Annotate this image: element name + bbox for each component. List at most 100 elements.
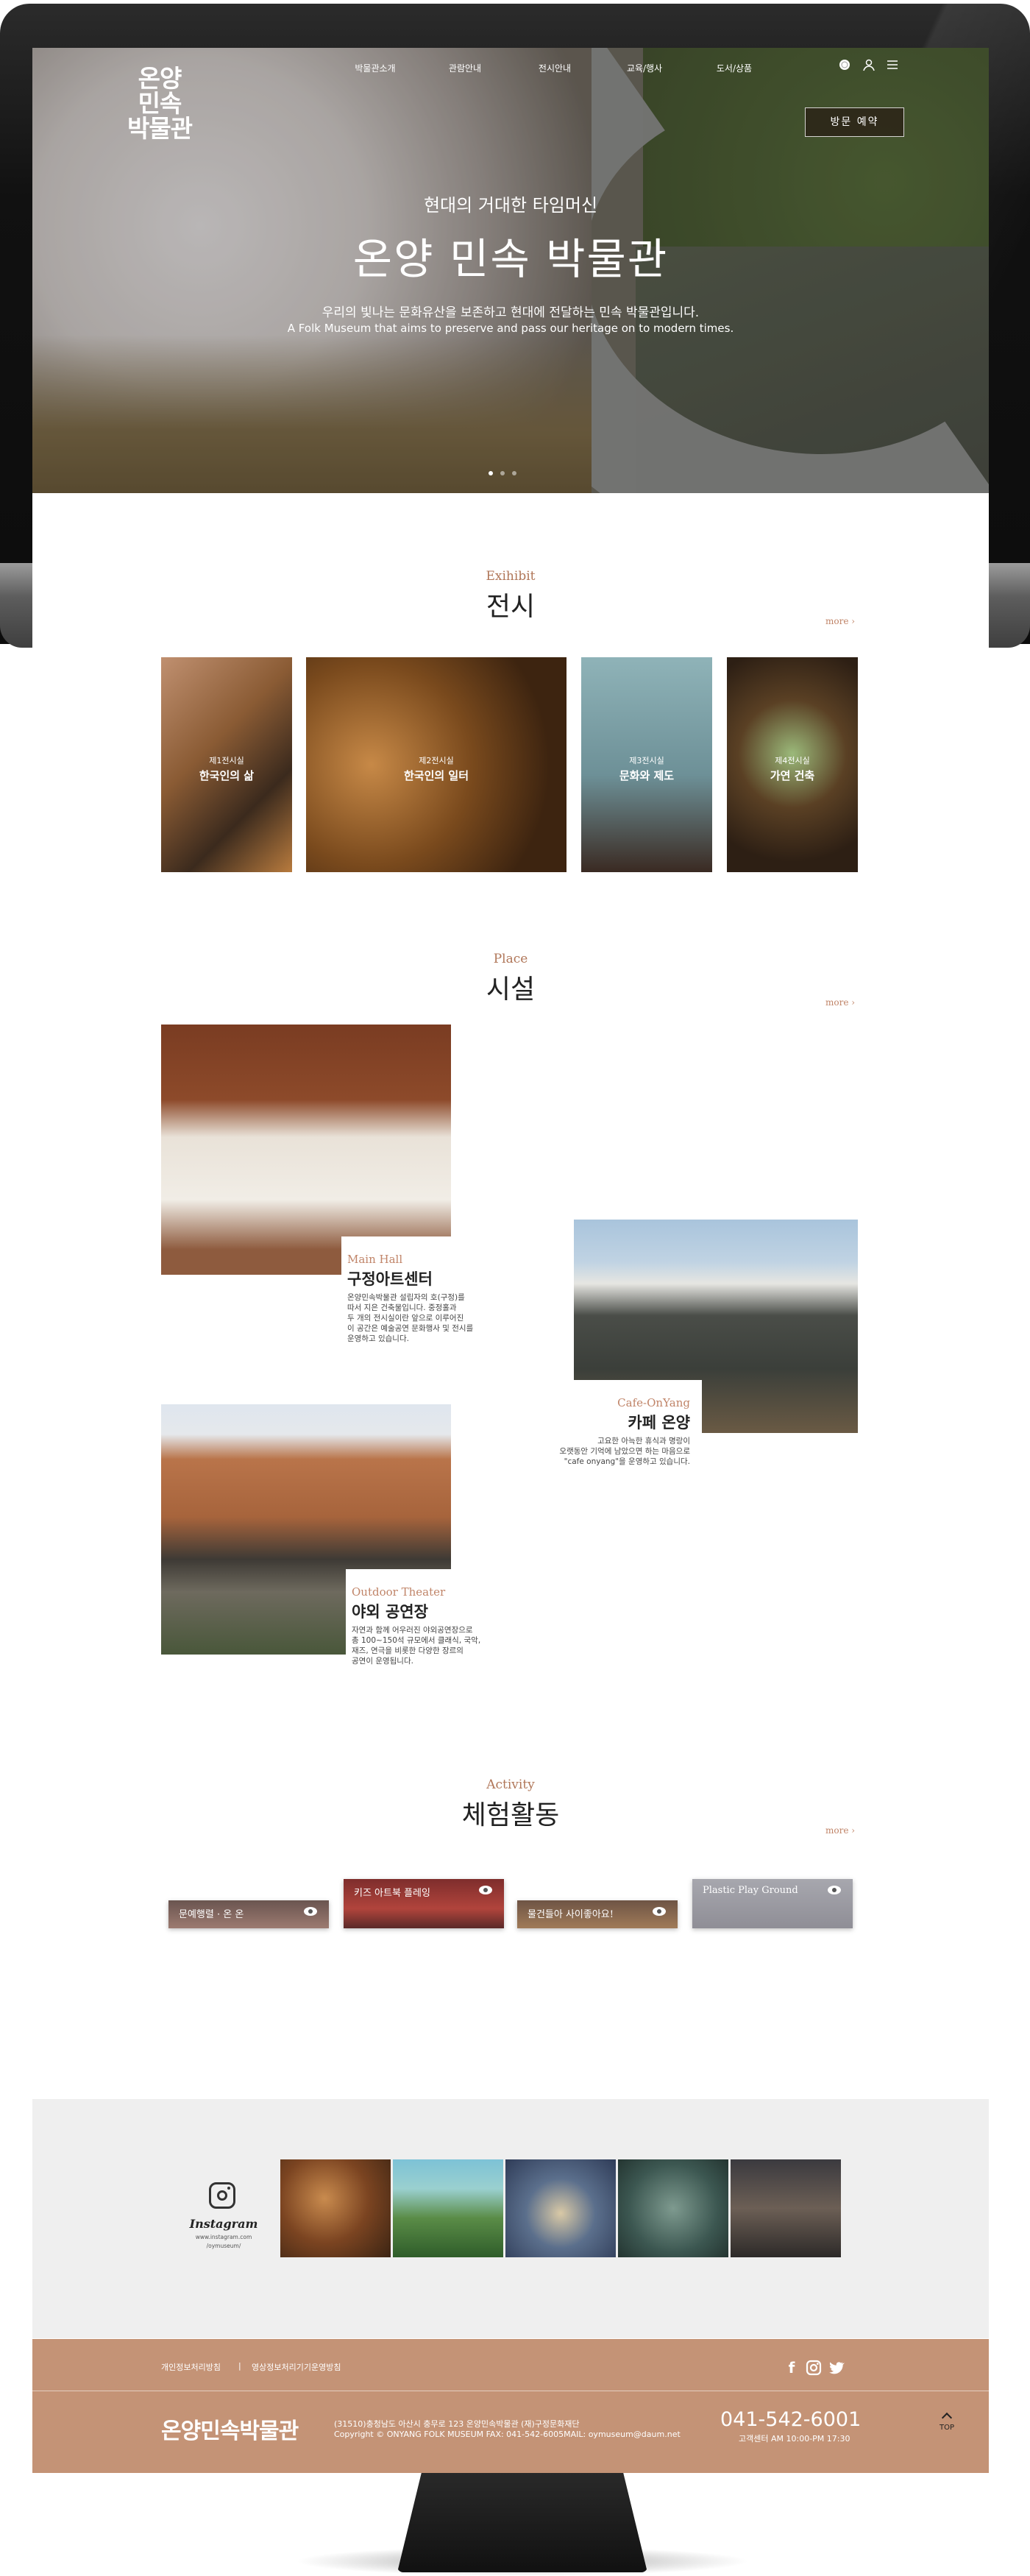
instagram-photo-1[interactable] [280,2159,391,2257]
exhibit-section-label: Exihibit [486,569,536,584]
instagram-photo-3[interactable] [505,2159,616,2257]
desc-line: 오랫동안 기억에 남았으면 하는 마음으로 [559,1447,690,1456]
desc-line: 재즈, 연극을 비롯한 다양한 장르의 [352,1646,464,1655]
instagram-url: www.instagram.com [195,2234,252,2240]
cafe-title: 카페 온양 [628,1414,690,1432]
hero-description-en: A Folk Museum that aims to preserve and … [287,322,734,335]
main-hall-desc: 온양민속박물관 설립자의 호(구정)를 따서 지은 건축물입니다. 중정홀과 두… [347,1292,494,1344]
activity-label: 문예행렬 · 온 온 [179,1909,244,1920]
logo-line-2: 민속 [138,89,182,118]
page: 온양 민속 박물관 박물관소개 관람안내 전시안내 교육/행사 도서/상품 방문… [0,0,1030,2576]
desc-line: 이 공간은 예술공연 문화행사 및 전시를 [347,1324,474,1333]
hero-subtitle: 현대의 거대한 타임머신 [423,195,598,216]
footer-separator: | [238,2361,241,2371]
instagram-photo-2[interactable] [393,2159,503,2257]
exhibit-card-3[interactable]: 제3전시실 문화와 제도 [581,657,712,872]
instagram-icon[interactable] [209,2182,235,2209]
instagram-photo-5[interactable] [731,2159,841,2257]
theater-desc: 자연과 함께 어우러진 야외공연장으로 총 100~150석 규모에서 클래식,… [352,1625,499,1666]
site-logo[interactable]: 온양 민속 박물관 [112,66,207,141]
footer-copyright: Copyright © ONYANG FOLK MUSEUM FAX: 041-… [334,2430,681,2439]
cafe-en: Cafe-OnYang [617,1396,690,1409]
nav-item-about[interactable]: 박물관소개 [330,62,420,74]
view-icon [828,1886,841,1894]
desc-line: 총 100~150석 규모에서 클래식, 국악, [352,1636,481,1645]
logo-line-1: 온양 [138,64,182,93]
footer-hours: 고객센터 AM 10:00-PM 17:30 [739,2434,850,2444]
visit-reservation-button[interactable]: 방문 예약 [805,107,904,137]
hero-description: 우리의 빛나는 문화유산을 보존하고 현대에 전달하는 민속 박물관입니다. [322,305,700,320]
instagram-title[interactable]: Instagram [180,2217,268,2231]
theater-title: 야외 공연장 [352,1603,428,1621]
scroll-top-button[interactable]: TOP [932,2414,962,2432]
view-icon [304,1907,317,1916]
hero-dot[interactable] [512,471,516,475]
activity-label: Plastic Play Ground [703,1885,798,1896]
activity-section-label: Activity [486,1777,535,1792]
exhibit-more-link[interactable]: more [825,616,855,626]
cafe-card: Cafe-OnYang 카페 온양 고요한 아늑한 휴식과 명랑이 오랫동안 기… [540,1380,702,1483]
activity-more-link[interactable]: more [825,1825,855,1836]
view-icon [653,1907,666,1916]
exhibit-card-4[interactable]: 제4전시실 가연 건축 [727,657,858,872]
hero-title: 온양 민속 박물관 [352,234,669,284]
twitter-icon[interactable] [827,2359,845,2377]
website-screen: 온양 민속 박물관 박물관소개 관람안내 전시안내 교육/행사 도서/상품 방문… [32,48,989,2473]
activity-card-2[interactable]: 키즈 아트북 플레잉 [344,1879,504,1928]
instagram-id: /oymuseum/ [206,2243,241,2249]
instagram-icon[interactable] [805,2359,823,2377]
footer-logo[interactable]: 온양민속박물관 [161,2413,299,2445]
nav-item-shop[interactable]: 도서/상품 [689,62,779,74]
footer-address: (31510)충청남도 아산시 충무로 123 온양민속박물관 (재)구정문화재… [334,2419,580,2429]
main-hall-title: 구정아트센터 [347,1270,433,1288]
activity-label: 키즈 아트북 플레잉 [354,1888,430,1899]
place-section-label: Place [493,952,528,966]
desc-line: 온양민속박물관 설립자의 호(구정)를 [347,1293,465,1302]
logo-line-3: 박물관 [127,114,193,143]
instagram-photo-4[interactable] [618,2159,728,2257]
activity-label: 물건들아 사이좋아요! [528,1909,614,1920]
exhibit-card-1[interactable]: 제1전시실 한국인의 삶 [161,657,292,872]
monitor-stand [397,2469,647,2572]
cctv-policy-link[interactable]: 영상정보처리기기운영방침 [252,2361,341,2373]
nav-item-exhibition[interactable]: 전시안내 [510,62,600,74]
facebook-icon[interactable]: f [783,2359,800,2377]
activity-card-4[interactable]: Plastic Play Ground [692,1879,853,1928]
exhibit-card-title: 가연 건축 [770,769,815,782]
hero-pagination [489,471,516,475]
activity-card-1[interactable]: 문예행렬 · 온 온 [168,1900,329,1928]
menu-icon[interactable] [886,58,899,71]
main-nav: 박물관소개 관람안내 전시안내 교육/행사 도서/상품 [330,62,779,74]
exhibit-card-title: 문화와 제도 [619,769,675,782]
place-more-link[interactable]: more [825,997,855,1008]
nav-item-visit[interactable]: 관람안내 [420,62,510,74]
desc-line: 공연이 운영됩니다. [352,1657,413,1666]
exhibit-card-hall: 제3전시실 [629,756,664,765]
exhibit-card-2[interactable]: 제2전시실 한국인의 일터 [306,657,566,872]
view-icon [479,1886,492,1894]
exhibit-card-title: 한국인의 일터 [403,769,469,782]
exhibit-card-hall: 제4전시실 [775,756,810,765]
cafe-desc: 고요한 아늑한 휴식과 명랑이 오랫동안 기억에 남았으면 하는 마음으로 "c… [521,1436,690,1467]
desc-line: "cafe onyang"을 운영하고 있습니다. [564,1457,690,1466]
desc-line: 고요한 아늑한 휴식과 명랑이 [597,1437,690,1446]
exhibit-card-hall: 제1전시실 [209,756,244,765]
privacy-policy-link[interactable]: 개인정보처리방침 [161,2361,221,2373]
desc-line: 따서 지은 건축물입니다. 중정홀과 [347,1303,457,1312]
hero-dot[interactable] [489,471,493,475]
footer-phone: 041-542-6001 [720,2408,862,2431]
desc-line: 운영하고 있습니다. [347,1334,409,1343]
user-icon[interactable] [862,58,876,71]
outdoor-theater-card: Outdoor Theater 야외 공연장 자연과 함께 어우러진 야외공연장… [346,1569,493,1680]
desc-line: 자연과 함께 어우러진 야외공연장으로 [352,1626,473,1635]
exhibit-card-title: 한국인의 삶 [199,769,255,782]
nav-item-education[interactable]: 교육/행사 [600,62,689,74]
main-hall-en: Main Hall [347,1253,403,1266]
globe-icon[interactable] [838,58,851,71]
main-hall-card: Main Hall 구정아트센터 온양민속박물관 설립자의 호(구정)를 따서 … [341,1236,489,1347]
activity-card-3[interactable]: 물건들아 사이좋아요! [517,1900,678,1928]
hero-banner: 온양 민속 박물관 박물관소개 관람안내 전시안내 교육/행사 도서/상품 방문… [32,48,989,493]
footer [32,2339,989,2473]
desc-line: 두 개의 전시실이란 앞으로 이루어진 [347,1314,464,1323]
hero-dot[interactable] [500,471,505,475]
